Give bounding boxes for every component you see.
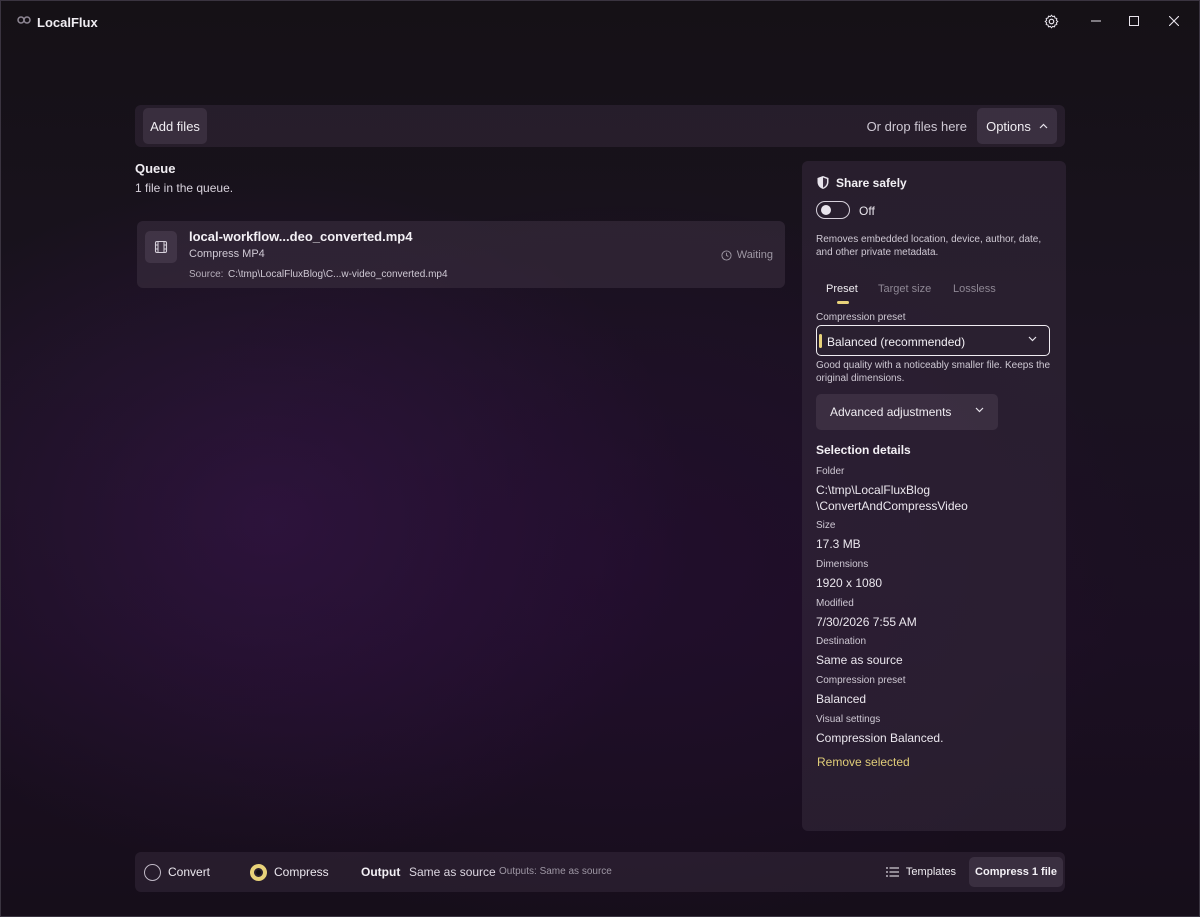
shield-icon xyxy=(817,176,829,189)
detail-visual-settings-label: Visual settings xyxy=(816,714,881,725)
share-safely-header: Share safely xyxy=(816,175,907,190)
file-icon-container xyxy=(145,231,177,263)
clock-icon xyxy=(721,249,732,261)
drop-hint: Or drop files here xyxy=(866,119,967,134)
advanced-adjustments-label: Advanced adjustments xyxy=(830,405,952,419)
detail-folder-value: C:\tmp\LocalFluxBlog \ConvertAndCompress… xyxy=(816,483,968,513)
detail-folder-label: Folder xyxy=(816,466,845,477)
compression-preset-help: Good quality with a noticeably smaller f… xyxy=(816,360,1051,384)
command-bar: Add files Or drop files here Options xyxy=(135,105,1065,147)
templates-label: Templates xyxy=(905,866,957,878)
maximize-button[interactable] xyxy=(1123,11,1145,31)
queue-item[interactable]: local-workflow...deo_converted.mp4 Compr… xyxy=(137,221,785,288)
file-status-label: Waiting xyxy=(736,249,773,261)
app-title: LocalFlux xyxy=(37,15,98,30)
tab-target-size[interactable]: Target size xyxy=(878,283,931,295)
detail-compression-preset-value: Balanced xyxy=(816,692,867,706)
detail-modified-value: 7/30/2026 7:55 AM xyxy=(816,615,917,629)
selection-details-title: Selection details xyxy=(816,443,911,457)
chevron-up-icon xyxy=(1039,123,1048,129)
maximize-icon xyxy=(1129,16,1139,26)
compress-files-button[interactable]: Compress 1 file xyxy=(969,857,1063,887)
settings-panel: Share safely Off Removes embedded locati… xyxy=(802,161,1066,831)
output-label: Output xyxy=(361,865,401,879)
output-value[interactable]: Same as source xyxy=(409,865,496,879)
compression-preset-value: Balanced (recommended) xyxy=(827,335,966,349)
file-source-path: C:\tmp\LocalFluxBlog\C...w-video_convert… xyxy=(228,269,448,280)
convert-radio-label[interactable]: Convert xyxy=(168,865,210,879)
gear-icon xyxy=(1044,14,1058,28)
share-safely-toggle[interactable] xyxy=(816,201,850,219)
share-safely-description: Removes embedded location, device, autho… xyxy=(816,234,1042,258)
file-status: Waiting xyxy=(721,249,773,261)
file-name: local-workflow...deo_converted.mp4 xyxy=(189,229,413,244)
select-accent-bar xyxy=(819,334,822,348)
templates-button[interactable]: Templates xyxy=(879,857,963,887)
detail-size-value: 17.3 MB xyxy=(816,537,861,551)
share-safely-title: Share safely xyxy=(836,175,907,190)
advanced-adjustments-button[interactable]: Advanced adjustments xyxy=(816,394,998,430)
compression-tabs: Preset Target size Lossless xyxy=(816,281,1056,305)
close-icon xyxy=(1169,16,1179,26)
bottom-bar: Convert Compress Output Same as source O… xyxy=(135,852,1065,892)
detail-modified-label: Modified xyxy=(816,598,854,609)
title-bar[interactable]: LocalFlux xyxy=(1,1,1199,41)
compress-radio-label[interactable]: Compress xyxy=(274,865,329,879)
minimize-icon xyxy=(1091,20,1101,22)
queue-title: Queue xyxy=(135,161,176,176)
chevron-down-icon xyxy=(1028,336,1037,342)
detail-size-label: Size xyxy=(816,520,836,531)
film-icon xyxy=(154,240,168,254)
share-safely-toggle-state: Off xyxy=(859,204,875,218)
compress-radio[interactable] xyxy=(250,864,267,881)
file-source-label: Source: xyxy=(189,269,224,280)
options-label: Options xyxy=(986,118,1031,134)
tab-lossless[interactable]: Lossless xyxy=(953,283,996,295)
add-files-button[interactable]: Add files xyxy=(143,108,207,144)
detail-compression-preset-label: Compression preset xyxy=(816,675,906,686)
compression-preset-select[interactable]: Balanced (recommended) xyxy=(816,325,1050,356)
app-window: LocalFlux Add files Or drop files here O… xyxy=(0,0,1200,917)
detail-destination-value: Same as source xyxy=(816,653,903,667)
settings-button[interactable] xyxy=(1040,11,1062,31)
chevron-down-icon xyxy=(975,407,984,413)
detail-dimensions-label: Dimensions xyxy=(816,559,869,570)
active-tab-indicator xyxy=(837,301,849,304)
close-button[interactable] xyxy=(1163,11,1185,31)
tab-preset[interactable]: Preset xyxy=(826,283,858,295)
minimize-button[interactable] xyxy=(1085,11,1107,31)
compression-preset-label: Compression preset xyxy=(816,312,906,323)
detail-destination-label: Destination xyxy=(816,636,867,647)
queue-count: 1 file in the queue. xyxy=(135,181,234,195)
detail-visual-settings-value: Compression Balanced. xyxy=(816,731,944,745)
list-icon xyxy=(886,867,899,877)
file-operation: Compress MP4 xyxy=(189,248,265,260)
app-logo-icon xyxy=(17,16,31,24)
output-hint: Outputs: Same as source xyxy=(499,866,612,877)
detail-dimensions-value: 1920 x 1080 xyxy=(816,576,883,590)
convert-radio[interactable] xyxy=(144,864,161,881)
options-button[interactable]: Options xyxy=(977,108,1057,144)
remove-selected-link[interactable]: Remove selected xyxy=(817,755,910,769)
